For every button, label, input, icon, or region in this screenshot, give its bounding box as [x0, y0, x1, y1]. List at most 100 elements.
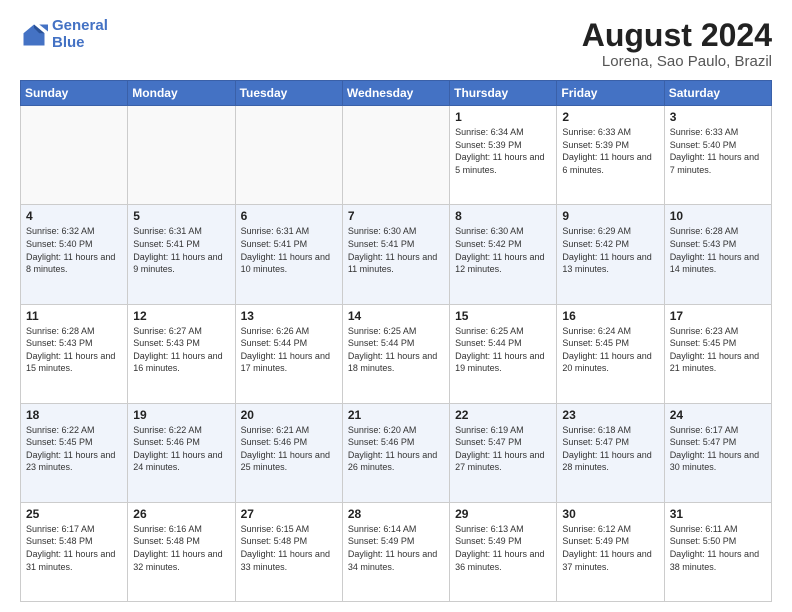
day-info: Sunrise: 6:23 AM Sunset: 5:45 PM Dayligh…	[670, 325, 766, 375]
calendar-cell: 16 Sunrise: 6:24 AM Sunset: 5:45 PM Dayli…	[557, 304, 664, 403]
logo-text: General Blue	[52, 18, 108, 51]
calendar-cell: 6 Sunrise: 6:31 AM Sunset: 5:41 PM Daylig…	[235, 205, 342, 304]
day-info: Sunrise: 6:28 AM Sunset: 5:43 PM Dayligh…	[670, 225, 766, 275]
calendar-cell: 28Sunrise: 6:14 AM Sunset: 5:49 PM Dayli…	[342, 502, 449, 601]
calendar-cell	[235, 106, 342, 205]
calendar-cell: 29Sunrise: 6:13 AM Sunset: 5:49 PM Dayli…	[450, 502, 557, 601]
calendar-cell: 23 Sunrise: 6:18 AM Sunset: 5:47 PM Dayli…	[557, 403, 664, 502]
calendar-cell: 24Sunrise: 6:17 AM Sunset: 5:47 PM Dayli…	[664, 403, 771, 502]
calendar-cell: 30Sunrise: 6:12 AM Sunset: 5:49 PM Dayli…	[557, 502, 664, 601]
day-number: 18	[26, 408, 122, 422]
day-info: Sunrise: 6:15 AM Sunset: 5:48 PM Dayligh…	[241, 523, 337, 573]
day-info: Sunrise: 6:34 AM Sunset: 5:39 PM Dayligh…	[455, 126, 551, 176]
calendar-cell: 15 Sunrise: 6:25 AM Sunset: 5:44 PM Dayli…	[450, 304, 557, 403]
calendar-title: August 2024	[582, 18, 772, 53]
day-info: Sunrise: 6:17 AM Sunset: 5:48 PM Dayligh…	[26, 523, 122, 573]
calendar-cell: 10 Sunrise: 6:28 AM Sunset: 5:43 PM Dayli…	[664, 205, 771, 304]
logo: General Blue	[20, 18, 108, 51]
header: General Blue August 2024 Lorena, Sao Pau…	[20, 18, 772, 70]
day-info: Sunrise: 6:16 AM Sunset: 5:48 PM Dayligh…	[133, 523, 229, 573]
day-info: Sunrise: 6:26 AM Sunset: 5:44 PM Dayligh…	[241, 325, 337, 375]
day-info: Sunrise: 6:30 AM Sunset: 5:41 PM Dayligh…	[348, 225, 444, 275]
day-number: 23	[562, 408, 658, 422]
day-info: Sunrise: 6:31 AM Sunset: 5:41 PM Dayligh…	[133, 225, 229, 275]
day-number: 25	[26, 507, 122, 521]
day-number: 3	[670, 110, 766, 124]
logo-line1: General	[52, 17, 108, 34]
day-number: 8	[455, 209, 551, 223]
col-monday: Monday	[128, 81, 235, 106]
day-info: Sunrise: 6:18 AM Sunset: 5:47 PM Dayligh…	[562, 424, 658, 474]
day-number: 13	[241, 309, 337, 323]
day-number: 26	[133, 507, 229, 521]
day-info: Sunrise: 6:32 AM Sunset: 5:40 PM Dayligh…	[26, 225, 122, 275]
day-number: 10	[670, 209, 766, 223]
day-number: 16	[562, 309, 658, 323]
day-info: Sunrise: 6:27 AM Sunset: 5:43 PM Dayligh…	[133, 325, 229, 375]
calendar-cell: 4 Sunrise: 6:32 AM Sunset: 5:40 PM Daylig…	[21, 205, 128, 304]
day-number: 9	[562, 209, 658, 223]
day-info: Sunrise: 6:31 AM Sunset: 5:41 PM Dayligh…	[241, 225, 337, 275]
calendar-week-4: 18 Sunrise: 6:22 AM Sunset: 5:45 PM Dayli…	[21, 403, 772, 502]
day-info: Sunrise: 6:14 AM Sunset: 5:49 PM Dayligh…	[348, 523, 444, 573]
calendar-week-5: 25 Sunrise: 6:17 AM Sunset: 5:48 PM Dayli…	[21, 502, 772, 601]
calendar-cell: 12 Sunrise: 6:27 AM Sunset: 5:43 PM Dayli…	[128, 304, 235, 403]
col-friday: Friday	[557, 81, 664, 106]
day-number: 2	[562, 110, 658, 124]
day-number: 7	[348, 209, 444, 223]
day-number: 30	[562, 507, 658, 521]
title-block: August 2024 Lorena, Sao Paulo, Brazil	[582, 18, 772, 70]
day-info: Sunrise: 6:30 AM Sunset: 5:42 PM Dayligh…	[455, 225, 551, 275]
header-row: Sunday Monday Tuesday Wednesday Thursday…	[21, 81, 772, 106]
day-info: Sunrise: 6:19 AM Sunset: 5:47 PM Dayligh…	[455, 424, 551, 474]
calendar-cell: 17Sunrise: 6:23 AM Sunset: 5:45 PM Dayli…	[664, 304, 771, 403]
logo-line2: Blue	[52, 34, 85, 51]
calendar-cell: 13 Sunrise: 6:26 AM Sunset: 5:44 PM Dayli…	[235, 304, 342, 403]
day-info: Sunrise: 6:33 AM Sunset: 5:39 PM Dayligh…	[562, 126, 658, 176]
calendar-subtitle: Lorena, Sao Paulo, Brazil	[582, 53, 772, 70]
calendar-cell: 7 Sunrise: 6:30 AM Sunset: 5:41 PM Daylig…	[342, 205, 449, 304]
day-info: Sunrise: 6:24 AM Sunset: 5:45 PM Dayligh…	[562, 325, 658, 375]
col-sunday: Sunday	[21, 81, 128, 106]
day-number: 19	[133, 408, 229, 422]
day-info: Sunrise: 6:28 AM Sunset: 5:43 PM Dayligh…	[26, 325, 122, 375]
day-info: Sunrise: 6:33 AM Sunset: 5:40 PM Dayligh…	[670, 126, 766, 176]
logo-icon	[20, 21, 48, 49]
day-info: Sunrise: 6:29 AM Sunset: 5:42 PM Dayligh…	[562, 225, 658, 275]
calendar-cell: 2 Sunrise: 6:33 AM Sunset: 5:39 PM Daylig…	[557, 106, 664, 205]
col-wednesday: Wednesday	[342, 81, 449, 106]
col-saturday: Saturday	[664, 81, 771, 106]
day-info: Sunrise: 6:20 AM Sunset: 5:46 PM Dayligh…	[348, 424, 444, 474]
col-tuesday: Tuesday	[235, 81, 342, 106]
day-info: Sunrise: 6:22 AM Sunset: 5:46 PM Dayligh…	[133, 424, 229, 474]
day-info: Sunrise: 6:22 AM Sunset: 5:45 PM Dayligh…	[26, 424, 122, 474]
col-thursday: Thursday	[450, 81, 557, 106]
day-number: 12	[133, 309, 229, 323]
day-number: 5	[133, 209, 229, 223]
day-number: 6	[241, 209, 337, 223]
day-number: 29	[455, 507, 551, 521]
calendar-cell: 5 Sunrise: 6:31 AM Sunset: 5:41 PM Daylig…	[128, 205, 235, 304]
calendar-cell: 19 Sunrise: 6:22 AM Sunset: 5:46 PM Dayli…	[128, 403, 235, 502]
calendar-week-2: 4 Sunrise: 6:32 AM Sunset: 5:40 PM Daylig…	[21, 205, 772, 304]
calendar-cell: 14Sunrise: 6:25 AM Sunset: 5:44 PM Dayli…	[342, 304, 449, 403]
calendar-table: Sunday Monday Tuesday Wednesday Thursday…	[20, 80, 772, 602]
calendar-cell: 11 Sunrise: 6:28 AM Sunset: 5:43 PM Dayli…	[21, 304, 128, 403]
day-number: 31	[670, 507, 766, 521]
day-number: 20	[241, 408, 337, 422]
calendar-cell: 9 Sunrise: 6:29 AM Sunset: 5:42 PM Daylig…	[557, 205, 664, 304]
day-number: 21	[348, 408, 444, 422]
day-number: 14	[348, 309, 444, 323]
calendar-cell: 3 Sunrise: 6:33 AM Sunset: 5:40 PM Daylig…	[664, 106, 771, 205]
day-number: 4	[26, 209, 122, 223]
day-number: 15	[455, 309, 551, 323]
calendar-week-3: 11 Sunrise: 6:28 AM Sunset: 5:43 PM Dayli…	[21, 304, 772, 403]
day-info: Sunrise: 6:21 AM Sunset: 5:46 PM Dayligh…	[241, 424, 337, 474]
day-number: 11	[26, 309, 122, 323]
day-info: Sunrise: 6:11 AM Sunset: 5:50 PM Dayligh…	[670, 523, 766, 573]
day-info: Sunrise: 6:25 AM Sunset: 5:44 PM Dayligh…	[455, 325, 551, 375]
day-number: 22	[455, 408, 551, 422]
calendar-cell: 1Sunrise: 6:34 AM Sunset: 5:39 PM Daylig…	[450, 106, 557, 205]
calendar-cell	[342, 106, 449, 205]
calendar-cell	[128, 106, 235, 205]
